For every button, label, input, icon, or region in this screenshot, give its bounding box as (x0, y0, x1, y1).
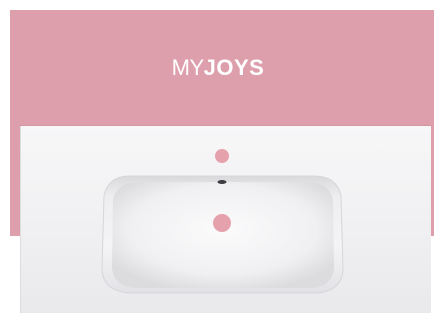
basin-bowl (112, 182, 334, 288)
drain-hole (213, 214, 231, 232)
overflow-slot (217, 180, 227, 184)
product-photo: MYJOYS (0, 0, 436, 313)
faucet-hole (215, 149, 229, 163)
washbasin-illustration (101, 149, 344, 294)
